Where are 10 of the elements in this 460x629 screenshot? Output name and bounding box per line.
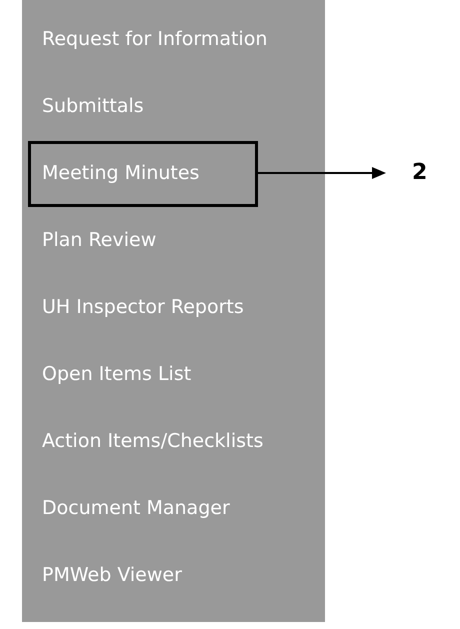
callout-label: 2 [412,162,428,184]
menu-item[interactable]: Submittals [28,74,258,140]
menu-item[interactable]: Meeting Minutes [28,140,258,206]
menu-item[interactable]: PMWeb Viewer [28,542,258,608]
menu-item[interactable]: Request for Information [28,6,274,72]
menu-item[interactable]: Document Manager [28,476,258,542]
menu-item[interactable]: Open Items List [28,342,258,408]
menu-item[interactable]: Action Items/Checklists [28,408,270,474]
menu-item[interactable]: Plan Review [28,208,258,274]
menu-item[interactable]: UH Inspector Reports [28,274,258,340]
